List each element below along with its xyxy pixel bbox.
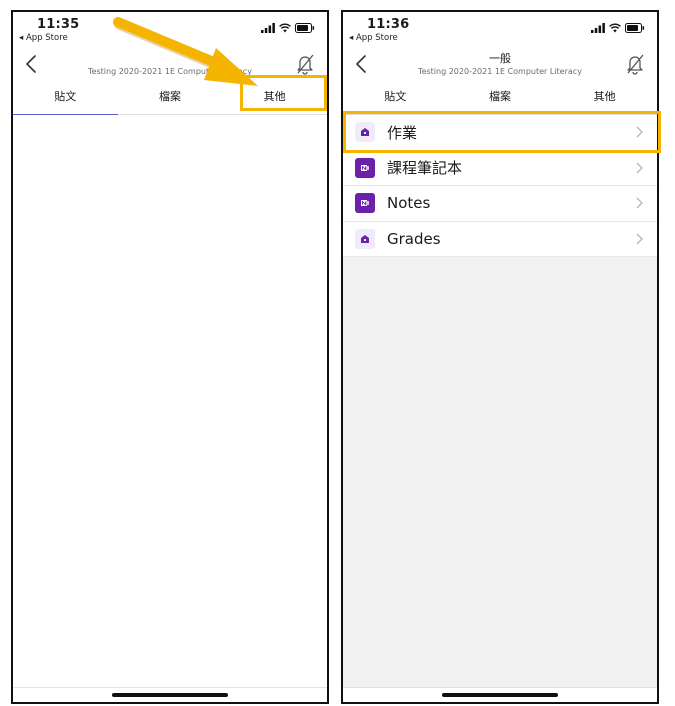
tab-posts[interactable]: 貼文 [13, 87, 118, 116]
bell-off-icon[interactable] [295, 53, 315, 75]
tab-posts[interactable]: 貼文 [343, 87, 448, 114]
list-item-label: 課程筆記本 [387, 159, 463, 178]
home-indicator[interactable] [112, 693, 228, 697]
bottom-bar [13, 687, 327, 702]
more-content: 作業 課程筆記本 Notes Grades [343, 115, 657, 702]
status-icons [261, 23, 315, 33]
team-subtitle: Testing 2020-2021 1E Computer Literacy [418, 67, 582, 76]
nav-bar: 一般 Testing 2020-2021 1E Computer Literac… [343, 46, 657, 90]
wifi-icon [609, 23, 621, 33]
list-item-label: Notes [387, 194, 431, 213]
back-to-app-store[interactable]: ◂ App Store [349, 33, 398, 43]
chevron-right-icon [636, 233, 643, 244]
posts-content [13, 115, 327, 702]
list-item-label: Grades [387, 229, 441, 248]
list-item-grades[interactable]: Grades [343, 222, 657, 257]
chevron-right-icon [636, 197, 643, 209]
list-item-notes[interactable]: Notes [343, 186, 657, 222]
channel-title: 一般 [489, 52, 511, 65]
bell-off-icon[interactable] [625, 53, 645, 75]
battery-icon [295, 23, 315, 33]
list-item-class-notebook[interactable]: 課程筆記本 [343, 151, 657, 186]
chevron-right-icon [636, 162, 643, 173]
signal-icon [261, 23, 275, 33]
onenote-icon [355, 193, 375, 214]
status-icons [591, 23, 645, 33]
highlight-box-assignments [343, 111, 661, 153]
status-time: 11:36 [367, 17, 410, 32]
screen-left: 11:35 ◂ App Store Testing 2020-2021 1E C… [11, 10, 329, 704]
tab-more[interactable]: 其他 [552, 87, 657, 114]
wifi-icon [279, 23, 291, 33]
back-to-app-store[interactable]: ◂ App Store [19, 33, 68, 43]
status-time: 11:35 [37, 17, 80, 32]
status-bar: 11:36 ◂ App Store [343, 12, 657, 46]
bottom-bar [343, 687, 657, 702]
tab-files[interactable]: 檔案 [448, 87, 553, 114]
battery-icon [625, 23, 645, 33]
onenote-icon [355, 157, 375, 178]
signal-icon [591, 23, 605, 33]
home-indicator[interactable] [442, 693, 558, 697]
pointer-arrow-icon [113, 17, 258, 86]
grades-icon [355, 228, 375, 249]
